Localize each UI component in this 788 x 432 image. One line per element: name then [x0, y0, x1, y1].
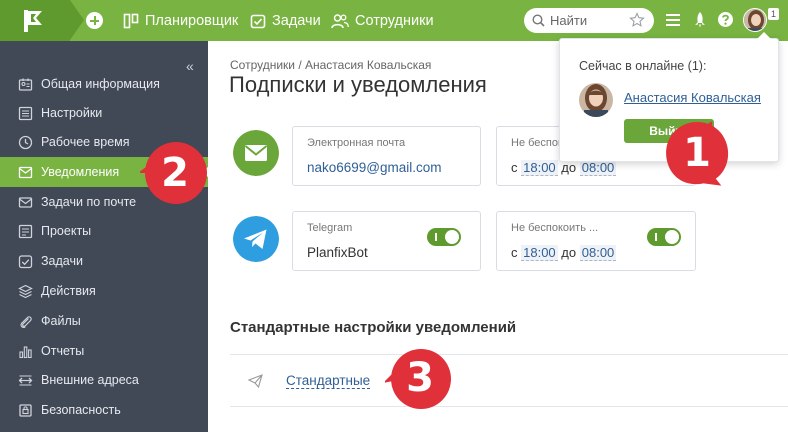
- files-icon: [20, 315, 32, 328]
- telegram-dnd-range: с 18:00 до 08:00: [511, 245, 617, 261]
- callout-marker-2: 2: [138, 138, 210, 208]
- sidebar-item-label: Внешние адреса: [41, 373, 139, 387]
- sidebar-item-label: Проекты: [41, 224, 92, 238]
- external-icon: [18, 374, 33, 386]
- add-button[interactable]: [86, 12, 103, 29]
- callout-marker-1: 1: [662, 118, 732, 188]
- popup-title: Сейчас в онлайне (1):: [579, 59, 707, 73]
- top-bar: Планировщик Задачи Сотрудники Найти 1: [0, 0, 788, 41]
- actions-icon: [18, 284, 33, 298]
- search-box[interactable]: [524, 8, 654, 33]
- mail-tasks-icon: [18, 196, 33, 208]
- nav-planner-label: Планировщик: [145, 12, 239, 29]
- tasks-icon: [250, 14, 266, 28]
- sidebar-item-projects[interactable]: Проекты: [0, 216, 208, 246]
- sidebar-item-files[interactable]: Файлы: [0, 306, 208, 336]
- sidebar-item-label: Файлы: [41, 314, 81, 328]
- sidebar-item-label: Задачи: [41, 254, 83, 268]
- sidebar-item-external-addresses[interactable]: Внешние адреса: [0, 365, 208, 395]
- divider: [230, 354, 788, 355]
- telegram-dnd-to[interactable]: 08:00: [579, 245, 617, 261]
- sidebar-item-security[interactable]: Безопасность: [0, 395, 208, 425]
- callout-marker-3: 3: [383, 343, 455, 413]
- security-icon: [19, 403, 32, 417]
- marker-number: 3: [406, 355, 434, 401]
- tasks-icon: [18, 254, 33, 268]
- marker-number: 1: [683, 130, 711, 176]
- telegram-card[interactable]: Telegram PlanfixBot: [292, 211, 481, 271]
- paper-plane-icon: [248, 374, 263, 388]
- search-icon: [532, 14, 545, 27]
- telegram-dnd-from[interactable]: 18:00: [521, 245, 558, 261]
- from-prefix: с: [511, 245, 518, 260]
- breadcrumb[interactable]: Сотрудники / Анастасия Ковальская: [230, 58, 431, 72]
- search-input[interactable]: [550, 13, 630, 28]
- nav-employees[interactable]: Сотрудники: [331, 0, 434, 41]
- sidebar-item-label: Уведомления: [41, 165, 120, 179]
- avatar-portrait-icon: [744, 9, 766, 31]
- telegram-dnd-card[interactable]: Не беспокоить ... с 18:00 до 08:00: [496, 211, 696, 271]
- to-prefix: до: [561, 245, 577, 260]
- user-avatar[interactable]: [743, 8, 767, 32]
- sidebar-item-general-info[interactable]: Общая информация: [0, 69, 208, 99]
- telegram-label: Telegram: [307, 222, 353, 234]
- planner-icon: [123, 13, 139, 28]
- sidebar-item-label: Безопасность: [41, 403, 121, 417]
- flag-logo-icon: [24, 10, 42, 32]
- standard-settings-link[interactable]: Стандартные: [286, 373, 371, 389]
- sidebar-item-label: Рабочее время: [41, 135, 130, 149]
- sidebar-item-label: Отчеты: [41, 344, 85, 358]
- sidebar-item-settings[interactable]: Настройки: [0, 98, 208, 128]
- people-icon: [331, 13, 349, 28]
- sidebar-item-label: Общая информация: [41, 77, 160, 91]
- logo-area[interactable]: [0, 0, 84, 41]
- nav-tasks[interactable]: Задачи: [250, 0, 321, 41]
- menu-icon[interactable]: [666, 11, 680, 29]
- projects-icon: [18, 224, 33, 238]
- divider: [230, 406, 788, 407]
- notifications-icon: [18, 166, 33, 178]
- email-card[interactable]: Электронная почта nako6699@gmail.com: [292, 126, 481, 186]
- sidebar-item-label: Настройки: [41, 106, 103, 120]
- nav-employees-label: Сотрудники: [355, 12, 434, 29]
- notification-count-badge: 1: [768, 8, 779, 20]
- settings-icon: [18, 106, 33, 120]
- reports-icon: [19, 345, 32, 358]
- email-dnd-from[interactable]: 18:00: [521, 160, 558, 176]
- star-icon[interactable]: [629, 12, 645, 28]
- email-label: Электронная почта: [307, 137, 406, 149]
- nav-planner[interactable]: Планировщик: [123, 0, 238, 41]
- sidebar-item-label: Задачи по почте: [41, 195, 137, 209]
- telegram-value: PlanfixBot: [307, 245, 368, 260]
- email-channel-icon: [233, 130, 279, 176]
- sidebar-item-tasks[interactable]: Задачи: [0, 246, 208, 276]
- sidebar-item-reports[interactable]: Отчеты: [0, 336, 208, 366]
- online-user-link[interactable]: Анастасия Ковальская: [624, 90, 761, 105]
- online-user-avatar[interactable]: [579, 83, 613, 117]
- avatar-portrait-icon: [579, 83, 613, 117]
- to-prefix: до: [561, 160, 577, 175]
- section-title: Стандартные настройки уведомлений: [230, 319, 517, 336]
- rocket-icon[interactable]: [693, 11, 707, 29]
- email-dnd-range: с 18:00 до 08:00: [511, 160, 617, 176]
- info-icon: [18, 78, 33, 91]
- nav-tasks-label: Задачи: [272, 12, 321, 29]
- help-icon[interactable]: [717, 11, 734, 28]
- telegram-toggle[interactable]: [427, 228, 461, 246]
- sidebar-item-label: Действия: [41, 284, 96, 298]
- email-value[interactable]: nako6699@gmail.com: [307, 160, 442, 175]
- from-prefix: с: [511, 160, 518, 175]
- telegram-dnd-label: Не беспокоить ...: [511, 222, 599, 234]
- telegram-channel-icon: [233, 216, 279, 262]
- page-title: Подписки и уведомления: [229, 72, 487, 97]
- email-dnd-to[interactable]: 08:00: [579, 160, 617, 176]
- marker-number: 2: [161, 150, 189, 196]
- clock-icon: [18, 135, 33, 149]
- sidebar-item-actions[interactable]: Действия: [0, 276, 208, 306]
- telegram-dnd-toggle[interactable]: [647, 228, 681, 246]
